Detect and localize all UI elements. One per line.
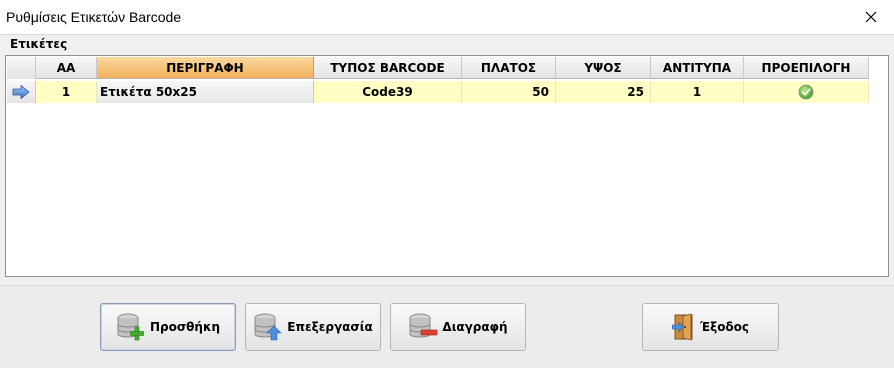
column-header-height[interactable]: ΥΨΟΣ (556, 57, 651, 79)
arrow-right-icon (12, 85, 30, 99)
cell-aa[interactable]: 1 (36, 81, 97, 103)
column-header-default[interactable]: ΠΡΟΕΠΙΛΟΓΗ (744, 57, 869, 79)
cell-barcode-type[interactable]: Code39 (314, 81, 462, 103)
close-button[interactable] (848, 0, 894, 34)
database-add-icon (117, 313, 144, 341)
group-label: Ετικέτες (10, 37, 68, 51)
database-delete-icon (409, 313, 438, 338)
add-button-label: Προσθήκη (149, 320, 221, 334)
column-header-width[interactable]: ΠΛΑΤΟΣ (462, 57, 556, 79)
check-circle-icon (798, 84, 814, 100)
database-edit-icon (254, 313, 283, 341)
delete-button[interactable]: Διαγραφή (390, 303, 526, 351)
column-header-aa[interactable]: ΑΑ (36, 57, 97, 79)
door-exit-icon (671, 313, 693, 341)
add-button[interactable]: Προσθήκη (100, 303, 236, 351)
row-indicator-cell (7, 81, 36, 103)
exit-button-label: Έξοδος (699, 320, 750, 334)
exit-button[interactable]: Έξοδος (642, 303, 779, 351)
cell-default[interactable] (744, 81, 869, 103)
cell-description[interactable]: Ετικέτα 50x25 (97, 81, 314, 103)
cell-copies[interactable]: 1 (651, 81, 744, 103)
window-title: Ρυθμίσεις Ετικετών Barcode (6, 9, 182, 25)
edit-button-label: Επεξεργασία (287, 320, 373, 334)
cell-width[interactable]: 50 (462, 81, 556, 103)
title-bar: Ρυθμίσεις Ετικετών Barcode (0, 0, 894, 35)
column-header-copies[interactable]: ΑΝΤΙΤΥΠΑ (651, 57, 744, 79)
grid-header: ΑΑ ΠΕΡΙΓΡΑΦΗ ΤΥΠΟΣ BARCODE ΠΛΑΤΟΣ ΥΨΟΣ Α… (7, 57, 869, 79)
close-icon (865, 11, 877, 23)
labels-grid[interactable]: ΑΑ ΠΕΡΙΓΡΑΦΗ ΤΥΠΟΣ BARCODE ΠΛΑΤΟΣ ΥΨΟΣ Α… (5, 55, 889, 277)
column-header-barcode-type[interactable]: ΤΥΠΟΣ BARCODE (314, 57, 462, 79)
column-header-description[interactable]: ΠΕΡΙΓΡΑΦΗ (97, 57, 314, 79)
cell-height[interactable]: 25 (556, 81, 651, 103)
delete-button-label: Διαγραφή (442, 320, 508, 334)
header-indicator-cell (7, 57, 36, 79)
edit-button[interactable]: Επεξεργασία (245, 303, 381, 351)
table-row[interactable]: 1 Ετικέτα 50x25 Code39 50 25 1 (7, 81, 869, 103)
